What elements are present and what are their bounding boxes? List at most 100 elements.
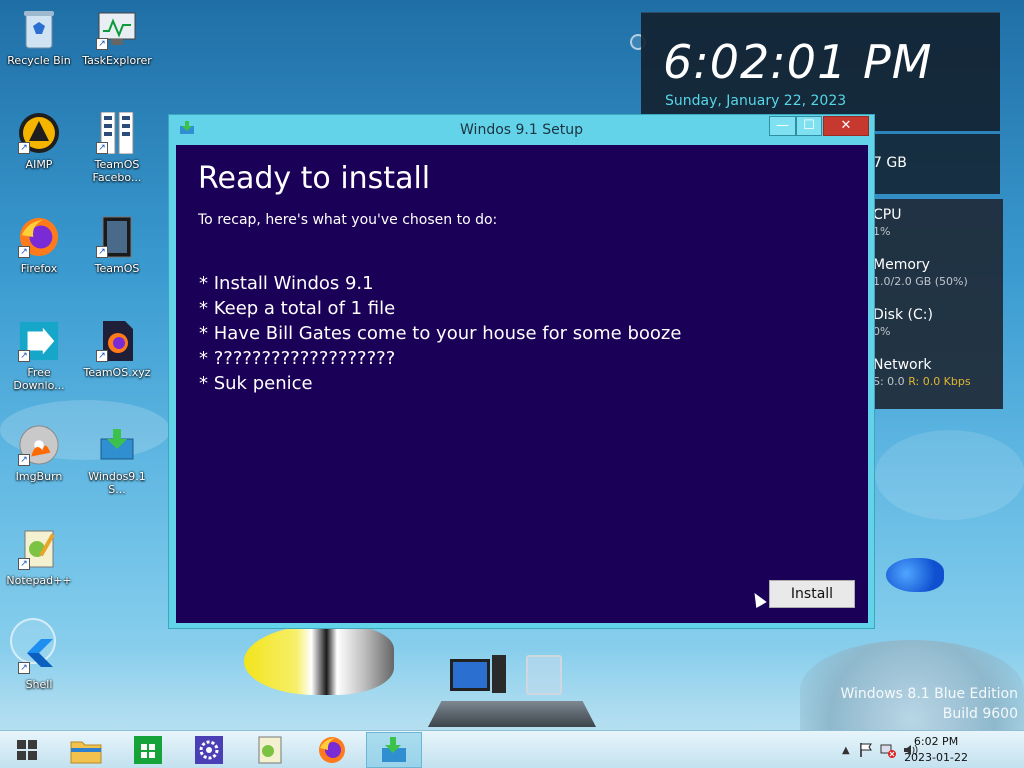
list-item: * Suk penice [199, 373, 313, 394]
shortcut-arrow-icon: ↗ [96, 350, 108, 362]
teamos-facebook-icon: ↗ [96, 112, 138, 154]
window-titlebar[interactable]: Windos 9.1 Setup — ☐ ✕ [169, 115, 874, 145]
desktop-icon-teamos[interactable]: ↗ TeamOS [81, 216, 153, 275]
shortcut-arrow-icon: ↗ [96, 246, 108, 258]
maximize-icon: ☐ [803, 118, 815, 133]
desktop-icon-firefox[interactable]: ↗ Firefox [3, 216, 75, 275]
perf-network-value: S: 0.0 R: 0.0 Kbps [873, 375, 971, 388]
build-number: Build 9600 [942, 706, 1018, 722]
perf-cpu-value: 1% [873, 225, 891, 238]
desktop-icon-label: Recycle Bin [7, 54, 71, 67]
taskbar-settings[interactable] [181, 732, 237, 768]
taskbar-time: 6:02 PM [913, 735, 959, 748]
perf-memory-label: Memory [873, 257, 930, 273]
desktop-icon-teamos-xyz[interactable]: ↗ TeamOS.xyz [81, 320, 153, 379]
taskbar-store[interactable] [120, 732, 176, 768]
perf-disk-value: 0% [873, 325, 891, 338]
perf-disk-label: Disk (C:) [873, 307, 933, 323]
shell-icon: ↗ [18, 632, 60, 674]
wallpaper-splash [875, 430, 1024, 520]
aimp-icon: ↗ [18, 112, 60, 154]
computer-tower-icon [492, 655, 506, 693]
desktop-icon-imgburn[interactable]: ↗ ImgBurn [3, 424, 75, 483]
notepadpp-icon: ↗ [18, 528, 60, 570]
desktop-icon-aimp[interactable]: ↗ AIMP [3, 112, 75, 171]
desktop-icon-label: Firefox [20, 262, 58, 275]
desktop-icon-label: AIMP [25, 158, 53, 171]
desktop-icon-shell[interactable]: ↗ Shell [3, 632, 75, 691]
maximize-button[interactable]: ☐ [796, 116, 822, 136]
start-icon [17, 740, 37, 760]
setup-icon [96, 424, 138, 466]
shortcut-arrow-icon: ↗ [96, 142, 108, 154]
shortcut-arrow-icon: ↗ [18, 454, 30, 466]
taskbar-setup[interactable] [366, 732, 422, 768]
setup-content: Ready to install To recap, here's what y… [176, 145, 868, 623]
taskbar-notepadpp[interactable] [242, 732, 298, 768]
install-button[interactable]: Install [769, 580, 855, 608]
network-disconnected-icon[interactable] [880, 742, 896, 758]
setup-window[interactable]: Windos 9.1 Setup — ☐ ✕ Ready to install … [168, 114, 875, 629]
minimize-button[interactable]: — [769, 116, 796, 136]
desktop-icon-label: Free Downlo... [13, 366, 65, 392]
shortcut-arrow-icon: ↗ [18, 350, 30, 362]
dock-recycle-bin-icon[interactable] [526, 655, 562, 695]
shortcut-arrow-icon: ↗ [18, 662, 30, 674]
desktop-icon-label: Notepad++ [6, 574, 72, 587]
perf-memory: Memory 1.0/2.0 GB (50%) [873, 257, 968, 288]
perf-network-send: S: 0.0 [873, 375, 905, 388]
taskbar-file-explorer[interactable] [58, 732, 114, 768]
file-explorer-icon [70, 741, 102, 764]
desktop-icon-teamos-facebook[interactable]: ↗ TeamOS Facebo... [81, 112, 153, 184]
desktop-icon-label: TeamOS Facebo... [92, 158, 142, 184]
teamos-icon: ↗ [96, 216, 138, 258]
start-button[interactable] [0, 732, 54, 768]
taskbar-clock[interactable]: 6:02 PM 2023-01-22 [904, 734, 968, 766]
show-hidden-icons-icon[interactable]: ▲ [842, 745, 850, 756]
taskbar-date: 2023-01-22 [904, 751, 968, 764]
perf-memory-value: 1.0/2.0 GB (50%) [873, 275, 968, 288]
recycle-bin-icon [18, 8, 60, 50]
perf-network: Network S: 0.0 R: 0.0 Kbps [873, 357, 971, 388]
free-download-icon: ↗ [18, 320, 60, 362]
perf-network-label: Network [873, 357, 932, 373]
recap-text: To recap, here's what you've chosen to d… [198, 212, 498, 228]
clock-time: 6:02:01 PM [663, 35, 933, 89]
dock-base [428, 701, 596, 727]
list-item: * Have Bill Gates come to your house for… [199, 323, 682, 344]
ram-value: 7 GB [873, 155, 907, 171]
shortcut-arrow-icon: ↗ [96, 38, 108, 50]
taskbar-firefox[interactable] [304, 732, 360, 768]
wallpaper-blue-fish [886, 558, 944, 592]
desktop-icon-windos-setup[interactable]: Windos9.1 S... [81, 424, 153, 496]
list-item: * ??????????????????? [199, 348, 396, 369]
desktop-icon-label: TeamOS.xyz [83, 366, 151, 379]
desktop-icon-task-explorer[interactable]: ↗ TaskExplorer [81, 8, 153, 67]
desktop-icon-free-download[interactable]: ↗ Free Downlo... [3, 320, 75, 392]
desktop-icon-label: TeamOS [94, 262, 140, 275]
notepadpp-icon [258, 736, 282, 764]
desktop-icon-label: TaskExplorer [82, 54, 152, 67]
clock-date: Sunday, January 22, 2023 [665, 93, 847, 109]
computer-icon[interactable] [450, 659, 490, 691]
list-item: * Keep a total of 1 file [199, 298, 396, 319]
close-icon: ✕ [840, 118, 852, 133]
desktop-icon-recycle-bin[interactable]: Recycle Bin [3, 8, 75, 67]
page-title: Ready to install [198, 161, 431, 196]
settings-icon [195, 736, 223, 764]
action-center-flag-icon[interactable] [858, 742, 874, 758]
setup-icon [382, 737, 406, 762]
perf-disk: Disk (C:) 0% [873, 307, 933, 338]
list-item: * Install Windos 9.1 [199, 273, 374, 294]
desktop-icon-label: Windos9.1 S... [88, 470, 146, 496]
firefox-icon [319, 737, 345, 763]
desktop-icon-notepadpp[interactable]: ↗ Notepad++ [3, 528, 75, 587]
shortcut-arrow-icon: ↗ [18, 558, 30, 570]
edition-watermark: Windows 8.1 Blue Edition Build 9600 [840, 684, 1018, 724]
minimize-icon: — [776, 118, 789, 133]
perf-cpu: CPU 1% [873, 207, 901, 238]
firefox-icon: ↗ [18, 216, 60, 258]
perf-cpu-label: CPU [873, 207, 902, 223]
close-button[interactable]: ✕ [823, 116, 869, 136]
desktop-icon-label: ImgBurn [15, 470, 63, 483]
